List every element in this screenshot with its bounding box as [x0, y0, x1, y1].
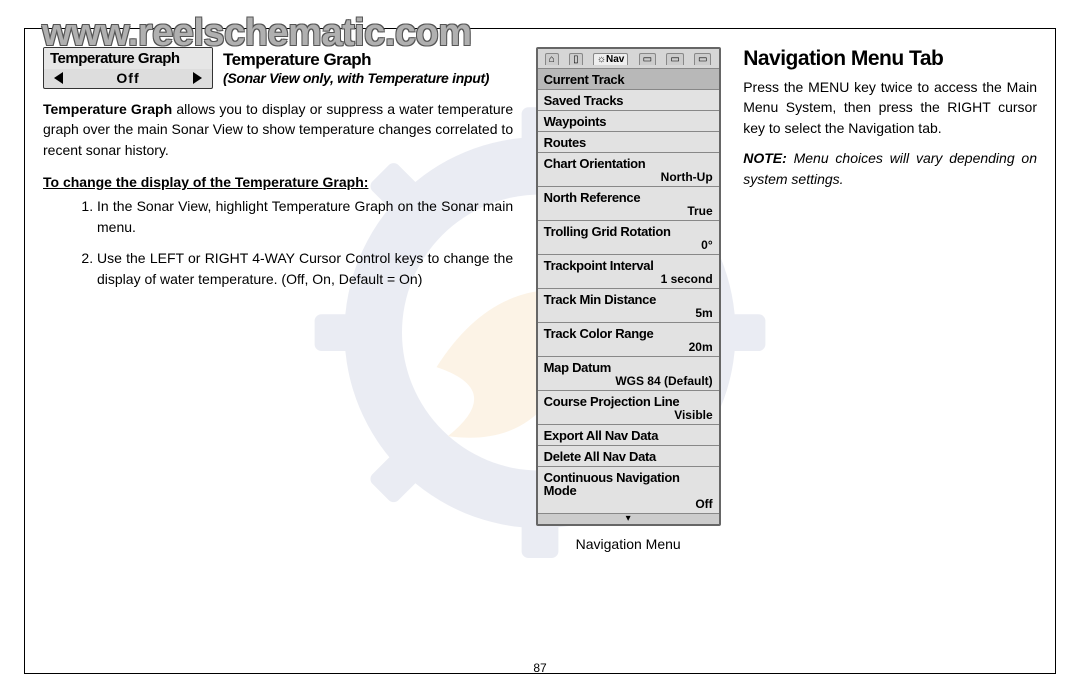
nav-item-value: 20m	[544, 341, 713, 353]
left-column: Temperature Graph Off Temperature Graph …	[43, 47, 513, 661]
widget-value: Off	[116, 70, 139, 86]
nav-menu-item: Export All Nav Data	[538, 425, 719, 446]
nav-item-label: Chart Orientation	[544, 157, 713, 170]
tab-icon: ⌂	[545, 53, 559, 65]
nav-menu-item: Saved Tracks	[538, 90, 719, 111]
list-item: Use the LEFT or RIGHT 4-WAY Cursor Contr…	[97, 248, 513, 290]
nav-item-label: Course Projection Line	[544, 395, 713, 408]
nav-item-value: 1 second	[544, 273, 713, 285]
nav-menu-item: Map DatumWGS 84 (Default)	[538, 357, 719, 391]
nav-item-value: True	[544, 205, 713, 217]
nav-item-label: Track Color Range	[544, 327, 713, 340]
nav-item-label: Delete All Nav Data	[544, 450, 713, 463]
procedure-heading: To change the display of the Temperature…	[43, 174, 513, 190]
nav-menu-item: Chart OrientationNorth-Up	[538, 153, 719, 187]
nav-item-label: Waypoints	[544, 115, 713, 128]
nav-item-label: Track Min Distance	[544, 293, 713, 306]
nav-item-label: North Reference	[544, 191, 713, 204]
procedure-steps: In the Sonar View, highlight Temperature…	[43, 196, 513, 290]
nav-menu-item: Track Min Distance5m	[538, 289, 719, 323]
nav-item-label: Map Datum	[544, 361, 713, 374]
figure-caption: Navigation Menu	[576, 536, 681, 552]
widget-title: Temperature Graph	[44, 48, 212, 69]
nav-item-value: North-Up	[544, 171, 713, 183]
nav-item-value: Visible	[544, 409, 713, 421]
list-item: In the Sonar View, highlight Temperature…	[97, 196, 513, 238]
nav-item-label: Continuous Navigation Mode	[544, 471, 713, 497]
nav-item-label: Routes	[544, 136, 713, 149]
note-lead: NOTE:	[743, 150, 787, 166]
section-title: Temperature Graph	[223, 50, 489, 70]
nav-item-label: Saved Tracks	[544, 94, 713, 107]
page-number: 87	[533, 661, 546, 675]
page-frame: Temperature Graph Off Temperature Graph …	[24, 28, 1056, 674]
nav-menu-item: Trolling Grid Rotation0°	[538, 221, 719, 255]
tab-icon: ▭	[639, 53, 656, 65]
nav-menu-item: Continuous Navigation ModeOff	[538, 467, 719, 513]
nav-item-value: 5m	[544, 307, 713, 319]
nav-menu-item: Delete All Nav Data	[538, 446, 719, 467]
nav-menu-item: Trackpoint Interval1 second	[538, 255, 719, 289]
nav-menu-item: Current Track	[538, 69, 719, 90]
temperature-graph-widget: Temperature Graph Off	[43, 47, 213, 89]
right-body: Press the MENU key twice to access the M…	[743, 77, 1037, 138]
note-paragraph: NOTE: Menu choices will vary depending o…	[743, 148, 1037, 190]
navigation-menu-screenshot: ⌂ ▯ ☼Nav ▭ ▭ ▭ Current Track Saved Tracks…	[536, 47, 721, 526]
nav-item-value: WGS 84 (Default)	[544, 375, 713, 387]
nav-menu-item: Course Projection LineVisible	[538, 391, 719, 425]
nav-item-value: Off	[544, 498, 713, 510]
nav-item-label: Trackpoint Interval	[544, 259, 713, 272]
nav-tabs: ⌂ ▯ ☼Nav ▭ ▭ ▭	[538, 49, 719, 69]
right-column: Navigation Menu Tab Press the MENU key t…	[743, 47, 1037, 661]
nav-item-label: Export All Nav Data	[544, 429, 713, 442]
tab-icon: ▭	[666, 53, 683, 65]
tab-icon: ▯	[569, 53, 583, 65]
chevron-left-icon[interactable]	[54, 72, 63, 84]
intro-lead: Temperature Graph	[43, 101, 172, 117]
nav-menu-item: Waypoints	[538, 111, 719, 132]
scroll-down-icon: ▾	[538, 513, 719, 524]
page-title: Navigation Menu Tab	[743, 47, 1037, 71]
tab-nav: ☼Nav	[593, 53, 629, 65]
nav-item-label: Trolling Grid Rotation	[544, 225, 713, 238]
nav-menu-item: North ReferenceTrue	[538, 187, 719, 221]
tab-icon: ▭	[694, 53, 711, 65]
section-subtitle: (Sonar View only, with Temperature input…	[223, 70, 489, 86]
chevron-right-icon[interactable]	[193, 72, 202, 84]
nav-item-label: Current Track	[544, 73, 713, 86]
note-rest: Menu choices will vary depending on syst…	[743, 150, 1037, 187]
nav-item-value: 0°	[544, 239, 713, 251]
middle-column: ⌂ ▯ ☼Nav ▭ ▭ ▭ Current Track Saved Tracks…	[535, 47, 721, 661]
intro-paragraph: Temperature Graph allows you to display …	[43, 99, 513, 160]
nav-menu-item: Track Color Range20m	[538, 323, 719, 357]
nav-menu-item: Routes	[538, 132, 719, 153]
